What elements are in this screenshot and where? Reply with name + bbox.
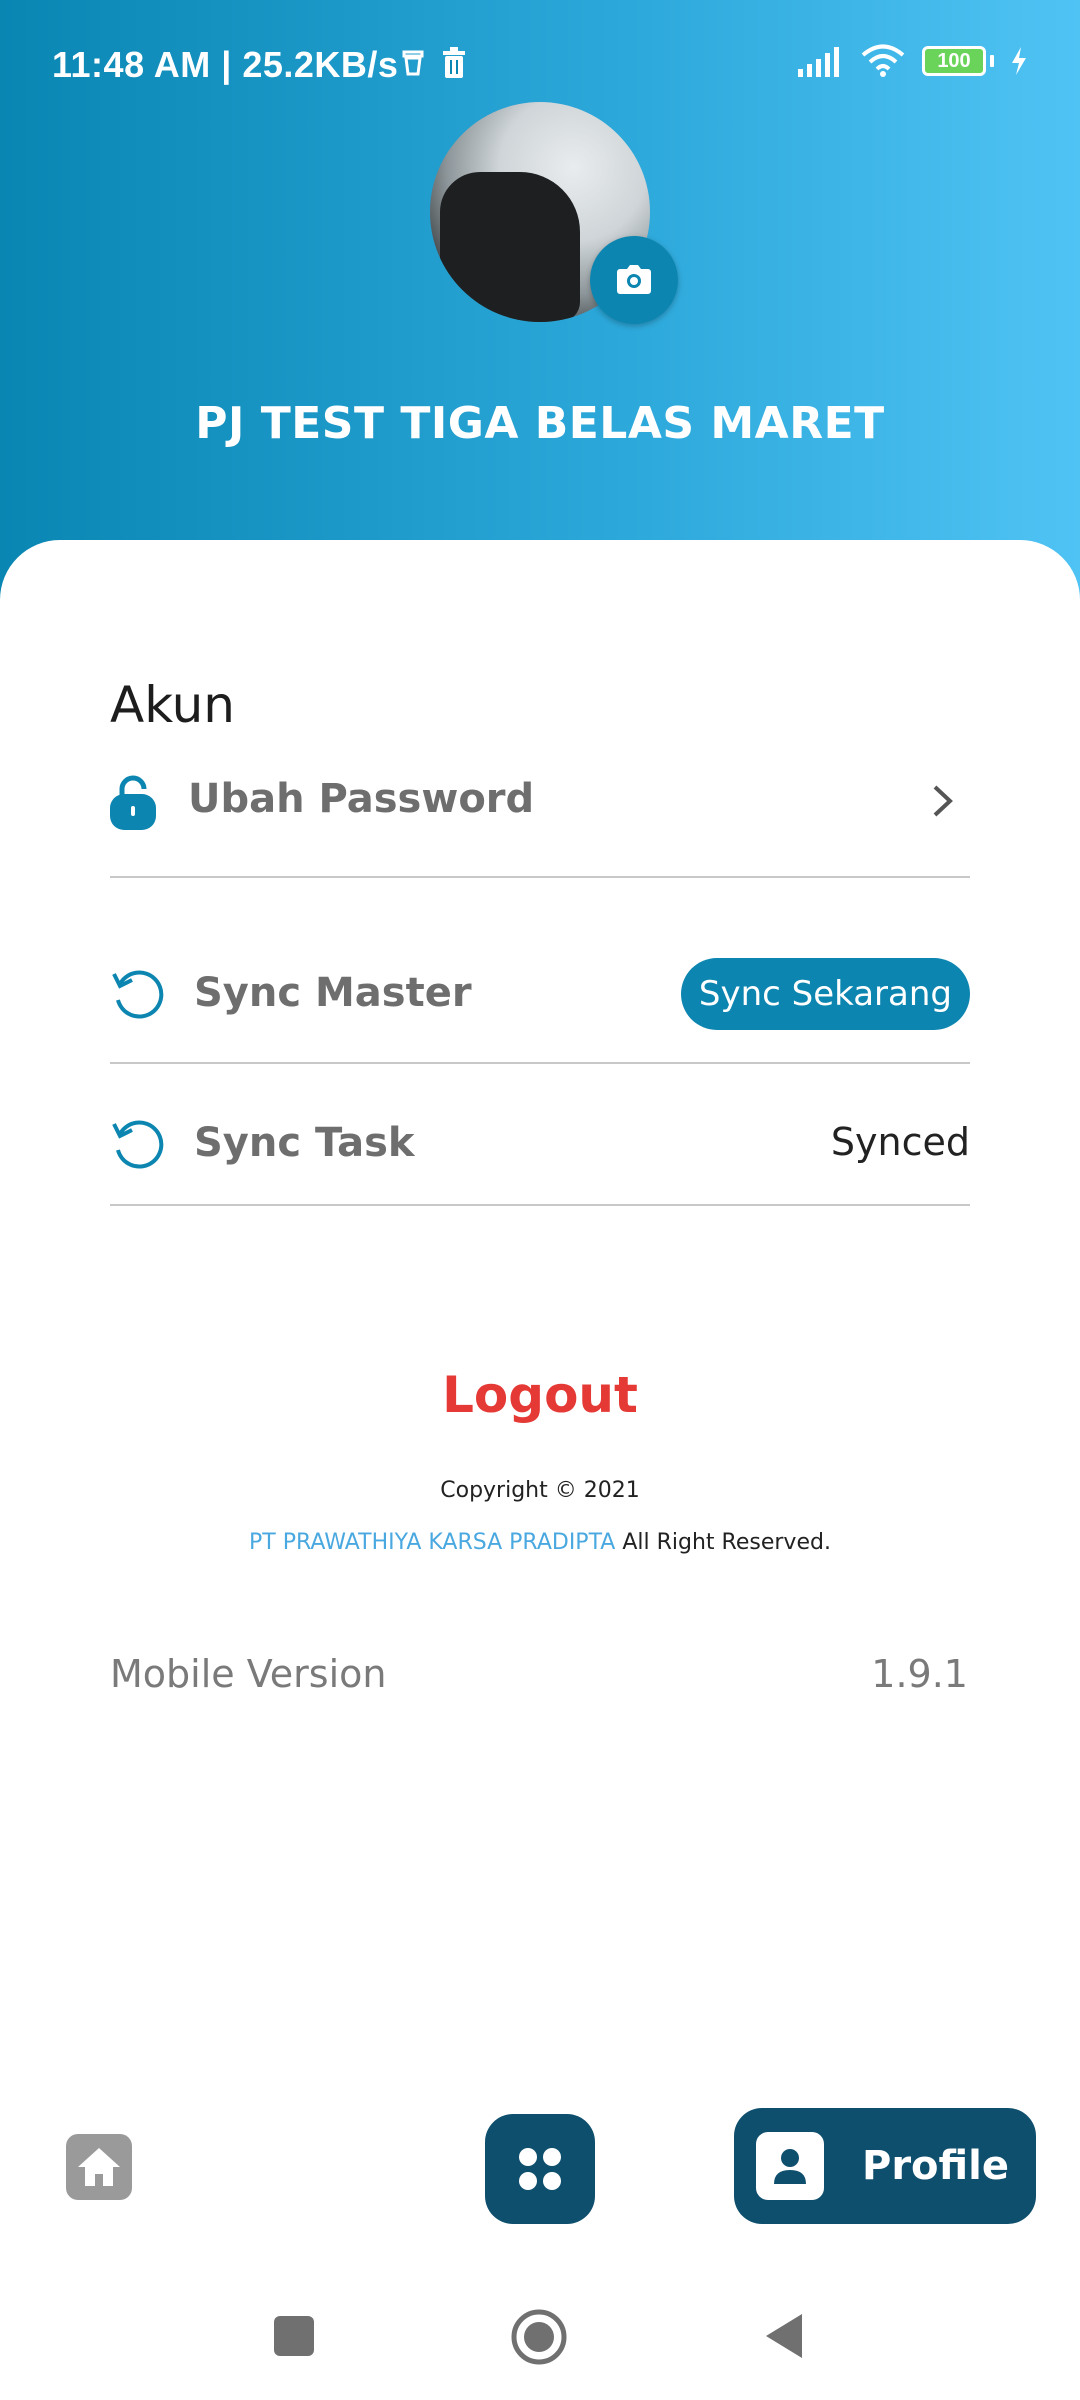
rights-text: All Right Reserved. [622, 1530, 831, 1555]
mobile-version-value: 1.9.1 [871, 1652, 968, 1696]
status-notification-icons [400, 46, 468, 80]
chevron-right-icon [933, 785, 953, 817]
change-photo-button[interactable] [590, 236, 678, 324]
person-icon [756, 2132, 824, 2200]
mobile-version-label: Mobile Version [110, 1652, 387, 1696]
profile-name: PJ TEST TIGA BELAS MARET [195, 398, 885, 449]
sync-master-row: Sync Master Sync Sekarang [110, 958, 970, 1064]
home-circle-icon[interactable] [510, 2308, 568, 2366]
sync-now-button[interactable]: Sync Sekarang [680, 958, 970, 1030]
status-time: 11:48 AM | 25.2KB/s [52, 44, 399, 85]
signal-icon [798, 47, 839, 77]
sync-task-status: Synced [830, 1120, 970, 1164]
lock-icon [110, 775, 156, 830]
company-name: PT PRAWATHIYA KARSA PRADIPTA [249, 1530, 616, 1555]
apps-grid-icon [519, 2148, 561, 2190]
trash-icon [443, 47, 465, 78]
change-password-label: Ubah Password [188, 776, 535, 822]
nav-apps-button[interactable] [485, 2114, 595, 2224]
camera-icon [617, 265, 651, 294]
charging-icon [1012, 47, 1026, 75]
wifi-icon [861, 44, 905, 77]
sync-icon [112, 1120, 164, 1169]
sync-master-label: Sync Master [194, 970, 472, 1016]
sync-task-row: Sync Task Synced [110, 1110, 970, 1206]
avatar-photo-subject [440, 172, 580, 322]
account-section-title: Akun [110, 676, 235, 734]
back-icon[interactable] [762, 2310, 806, 2362]
recents-icon[interactable] [272, 2314, 316, 2358]
copyright-text: Copyright © 2021 [440, 1478, 640, 1503]
nav-profile-label: Profile [862, 2143, 1010, 2189]
home-icon [78, 2148, 120, 2186]
logout-button[interactable]: Logout [0, 1366, 1080, 1424]
company-line: PT PRAWATHIYA KARSA PRADIPTA All Right R… [0, 1530, 1080, 1555]
system-navigation-bar [0, 2300, 1080, 2400]
notification-app-icon [402, 50, 424, 76]
status-system-icons: 100 [796, 44, 1028, 78]
nav-home-button[interactable] [66, 2134, 132, 2200]
sync-task-label: Sync Task [194, 1120, 415, 1166]
change-password-row[interactable]: Ubah Password [110, 770, 970, 878]
battery-indicator: 100 [922, 46, 986, 76]
nav-profile-button[interactable]: Profile [734, 2108, 1036, 2224]
sync-icon [112, 970, 164, 1019]
battery-tip [990, 55, 994, 67]
